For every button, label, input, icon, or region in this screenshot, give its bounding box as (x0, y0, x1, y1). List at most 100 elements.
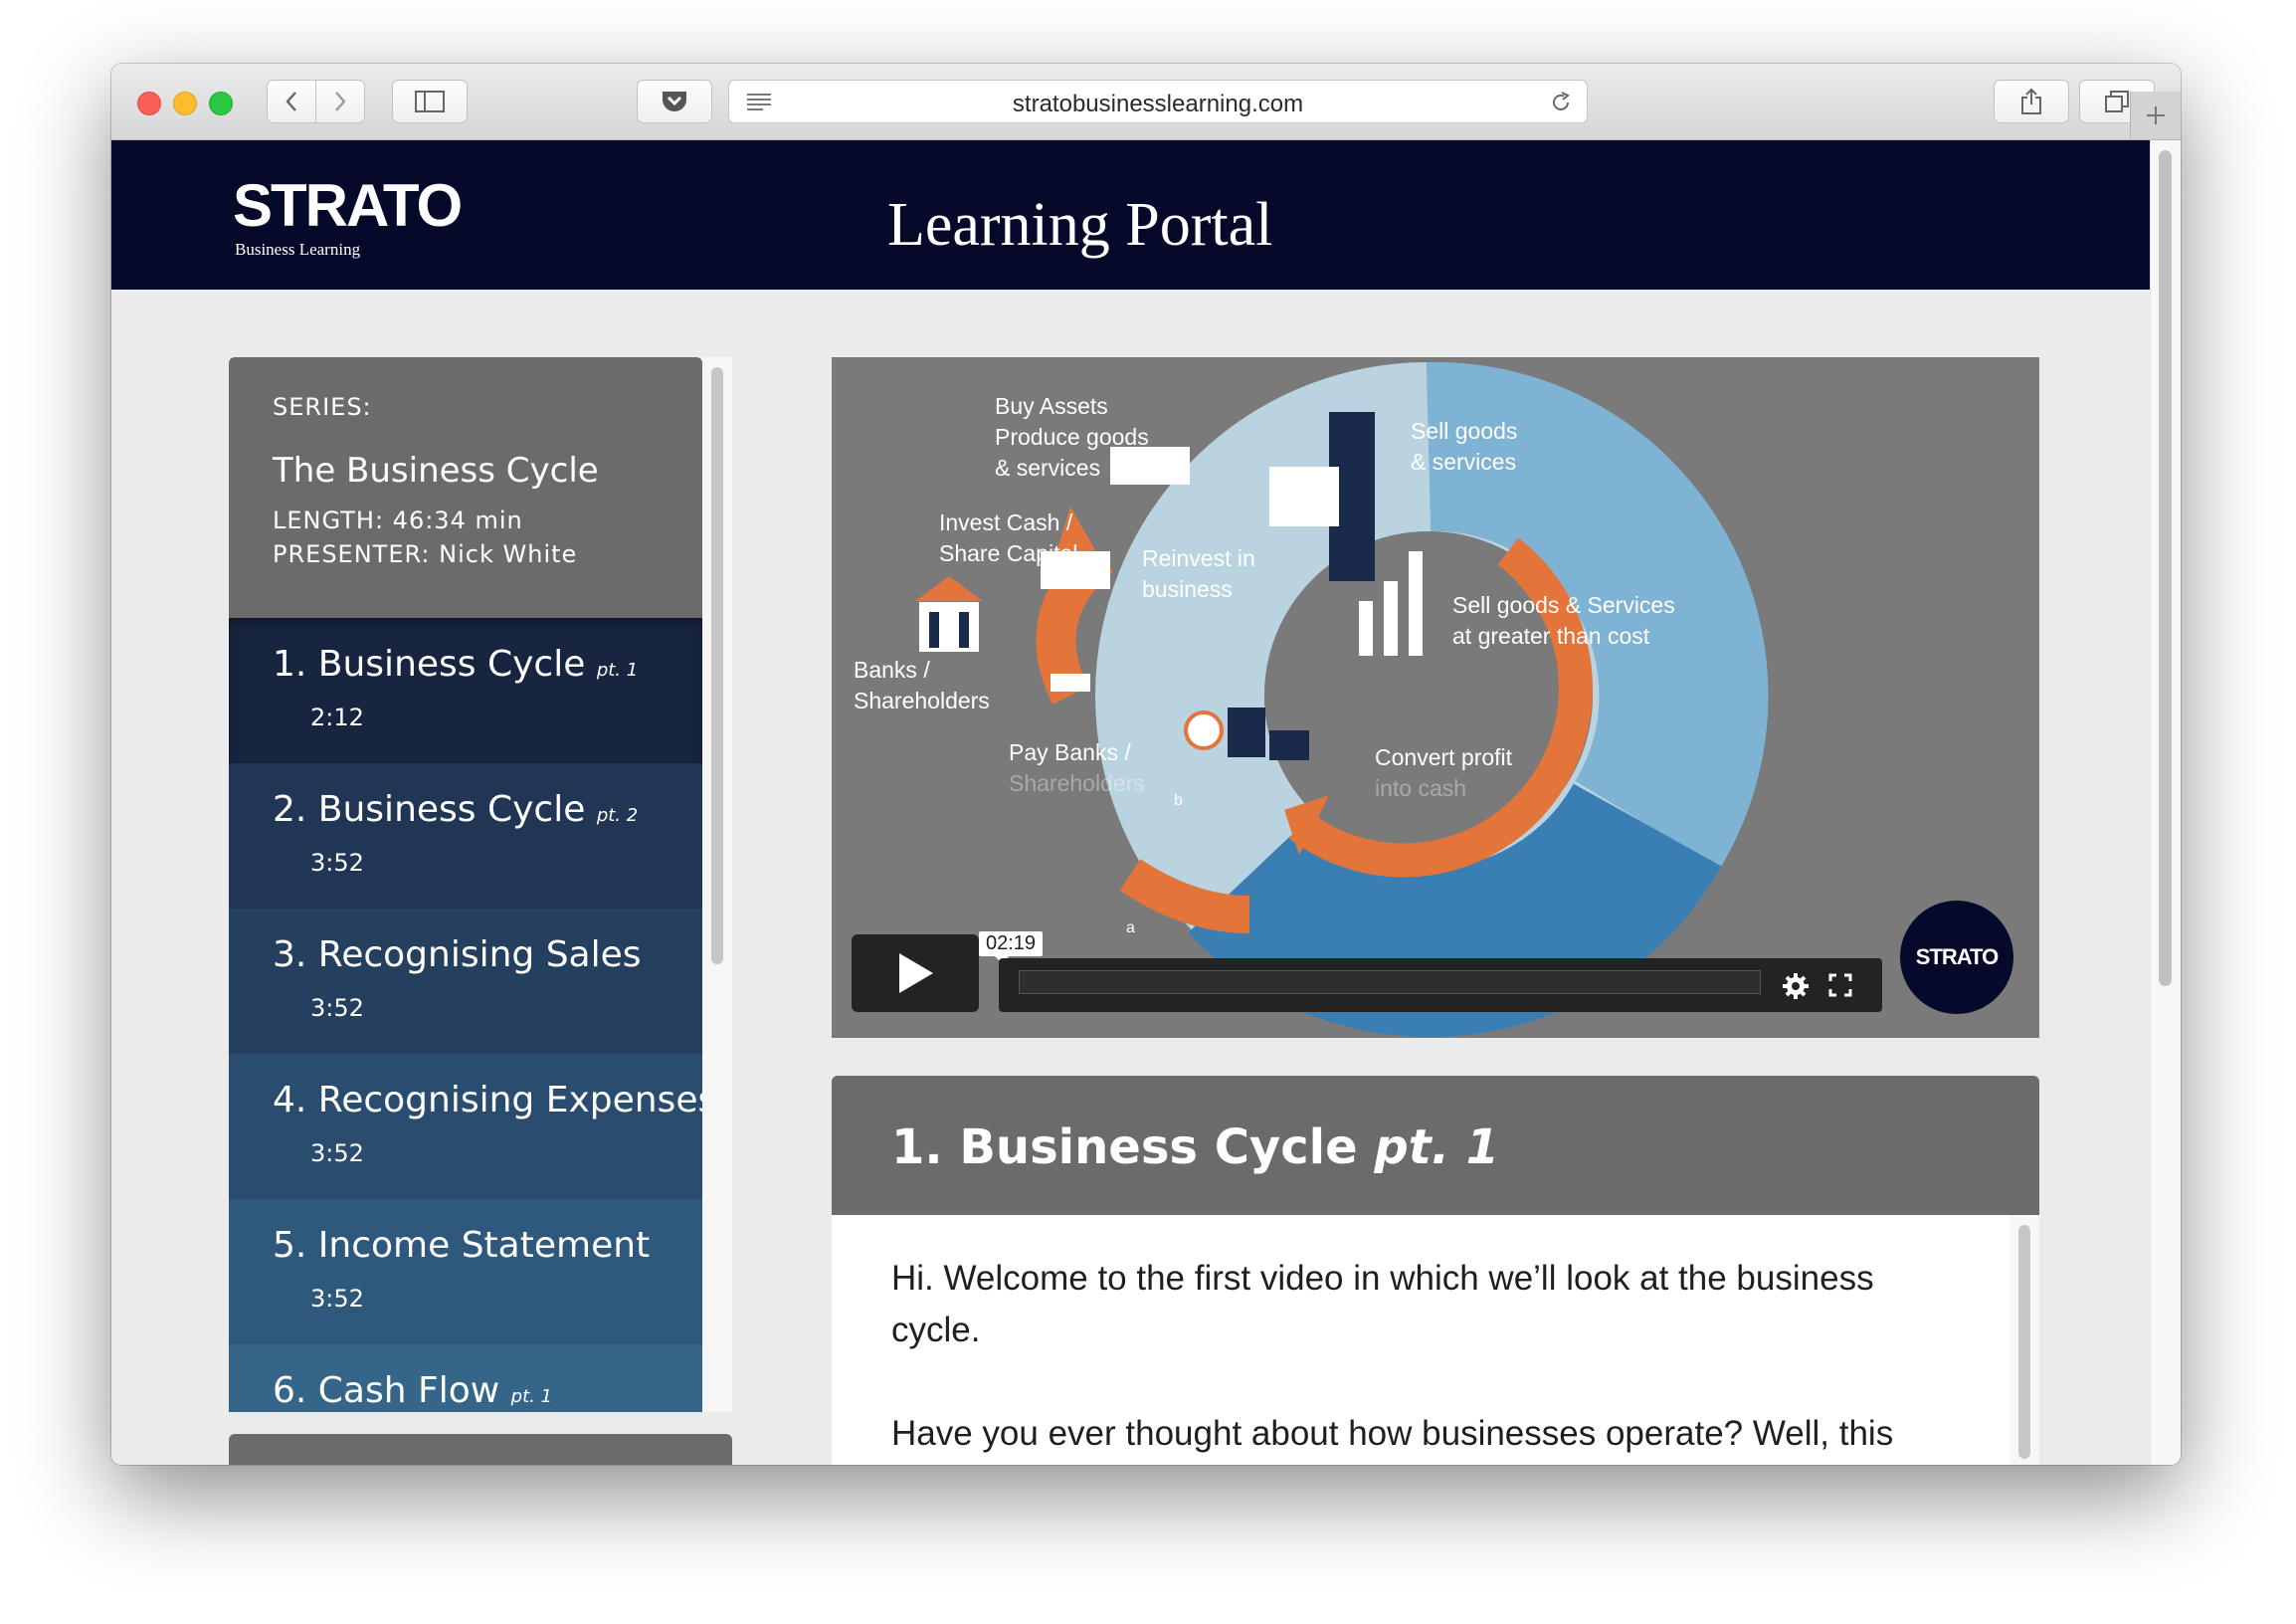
play-button[interactable] (852, 934, 979, 1012)
label-line: Shareholders (854, 688, 990, 713)
lesson-item-title-text: 1. Business Cycle (273, 644, 586, 685)
transcript-paragraph: Have you ever thought about how business… (891, 1414, 1894, 1453)
share-icon (2021, 88, 2041, 114)
label-line: business (1142, 576, 1233, 602)
marker-a: a (1126, 919, 1135, 936)
label-invest-cash: Invest Cash / Share Capital (939, 508, 1077, 569)
label-line: Banks / (854, 657, 930, 683)
label-line: into cash (1375, 775, 1467, 801)
label-sell-greater: Sell goods & Services at greater than cos… (1452, 590, 1675, 652)
label-sell-goods: Sell goods & services (1411, 416, 1517, 478)
lesson-item[interactable]: 2. Business Cycle pt. 2 3:52 (229, 763, 702, 909)
label-line: Share Capital (939, 540, 1078, 566)
strato-logo[interactable]: STRATO Business Learning (233, 172, 463, 260)
lesson-item-title: 6. Cash Flow pt. 1 (273, 1370, 552, 1411)
tabs-icon (2105, 91, 2129, 112)
label-banks: Banks / Shareholders (854, 655, 990, 716)
zoom-window-button[interactable] (209, 92, 233, 115)
lesson-item-duration: 3:52 (310, 1285, 364, 1313)
page-scrollbar[interactable] (2150, 140, 2181, 1465)
sidebar-scrollbar[interactable] (702, 357, 732, 1412)
minimize-window-button[interactable] (173, 92, 197, 115)
back-button[interactable] (267, 80, 316, 123)
transcript-scroll-thumb[interactable] (2018, 1225, 2030, 1459)
pocket-button[interactable] (637, 80, 712, 123)
url-text: stratobusinesslearning.com (1012, 91, 1304, 117)
sidebar-toggle-button[interactable] (392, 80, 468, 123)
browser-toolbar: stratobusinesslearning.com (111, 64, 2181, 140)
fullscreen-icon[interactable] (1828, 973, 1852, 997)
lesson-item-suffix: pt. 1 (596, 660, 639, 681)
series-presenter: PRESENTER: Nick White (273, 540, 577, 568)
browser-window: stratobusinesslearning.com STRATO Busine… (111, 64, 2181, 1465)
lesson-item-duration: 2:12 (310, 704, 364, 731)
lesson-item-title-text: 3. Recognising Sales (273, 934, 642, 975)
lesson-item-title: 5. Income Statement (273, 1225, 650, 1266)
label-line: Sell goods (1411, 418, 1518, 444)
share-button[interactable] (1994, 80, 2069, 123)
lesson-item[interactable]: 5. Income Statement 3:52 (229, 1199, 702, 1344)
close-window-button[interactable] (137, 92, 161, 115)
chevron-left-icon (286, 92, 296, 111)
video-controls (999, 958, 1882, 1012)
lesson-item-suffix: pt. 2 (596, 805, 639, 826)
lesson-item[interactable]: 3. Recognising Sales 3:52 (229, 909, 702, 1054)
lesson-item[interactable]: 1. Business Cycle pt. 1 2:12 (229, 618, 702, 763)
forward-button[interactable] (315, 80, 365, 123)
label-convert-profit: Convert profit into cash (1375, 742, 1512, 804)
transcript-text: Hi. Welcome to the first video in which … (891, 1253, 1946, 1465)
play-icon (899, 953, 933, 993)
lesson-item-title-text: 6. Cash Flow (273, 1370, 500, 1411)
pocket-icon (663, 92, 686, 111)
lesson-item-duration: 3:52 (310, 1139, 364, 1167)
logo-subtitle: Business Learning (235, 240, 361, 259)
lesson-item-title-text: 2. Business Cycle (273, 789, 586, 830)
label-line: Invest Cash / (939, 509, 1073, 535)
length-label: LENGTH: (273, 507, 385, 534)
lesson-item-title: 4. Recognising Expenses (273, 1080, 702, 1120)
new-tab-button[interactable] (2130, 92, 2181, 139)
page-viewport: STRATO Business Learning Learning Portal… (111, 140, 2181, 1465)
lesson-item-duration: 3:52 (310, 849, 364, 877)
city-building (1228, 708, 1265, 757)
lesson-item[interactable]: 4. Recognising Expenses 3:52 (229, 1054, 702, 1199)
video-player[interactable]: Buy Assets Produce goods & services Sell g… (832, 357, 2039, 1038)
lesson-title-suffix: pt. 1 (1374, 1119, 1500, 1175)
plus-icon (2147, 106, 2165, 124)
label-pay-banks: Pay Banks / Shareholders (1009, 737, 1145, 799)
lesson-item[interactable]: 6. Cash Flow pt. 1 (229, 1344, 702, 1412)
lesson-header: 1. Business Cycle pt. 1 (832, 1076, 2039, 1215)
next-series-box[interactable] (229, 1434, 732, 1465)
lesson-item-title: 3. Recognising Sales (273, 934, 642, 975)
logo-text: STRATO (233, 172, 463, 239)
label-line: Convert profit (1375, 744, 1513, 770)
series-info: SERIES: The Business Cycle LENGTH: 46:34… (229, 357, 702, 618)
video-progress-bar[interactable] (1019, 970, 1761, 994)
lesson-item-suffix: pt. 1 (510, 1386, 553, 1407)
money-hand-icon (1051, 674, 1090, 692)
lesson-transcript: Hi. Welcome to the first video in which … (832, 1215, 2039, 1465)
label-reinvest: Reinvest in business (1142, 543, 1255, 605)
lesson-item-title-text: 4. Recognising Expenses (273, 1080, 702, 1120)
transcript-scrollbar[interactable] (2009, 1215, 2039, 1465)
label-line: & services (1411, 449, 1517, 475)
label-line: Buy Assets (995, 393, 1108, 419)
label-line: Sell goods & Services (1452, 592, 1675, 618)
page-scroll-thumb[interactable] (2159, 150, 2172, 986)
strato-badge[interactable]: STRATO (1900, 901, 2013, 1014)
page-title: Learning Portal (887, 191, 1273, 259)
lesson-item-title: 2. Business Cycle pt. 2 (273, 789, 638, 830)
label-line: at greater than cost (1452, 623, 1650, 649)
transcript-paragraph: Hi. Welcome to the first video in which … (891, 1259, 1874, 1349)
series-title: The Business Cycle (273, 451, 599, 491)
sidebar-scroll-thumb[interactable] (711, 367, 723, 964)
address-bar[interactable]: stratobusinesslearning.com (728, 80, 1588, 123)
reload-icon[interactable] (1549, 91, 1573, 114)
series-length: LENGTH: 46:34 min (273, 507, 523, 534)
label-line: Shareholders (1009, 770, 1145, 796)
presenter-value: Nick White (439, 540, 578, 568)
settings-gear-icon[interactable] (1781, 971, 1811, 1001)
marker-b: b (1174, 792, 1183, 809)
factory-building (1269, 467, 1339, 526)
site-header: STRATO Business Learning Learning Portal (111, 140, 2151, 290)
